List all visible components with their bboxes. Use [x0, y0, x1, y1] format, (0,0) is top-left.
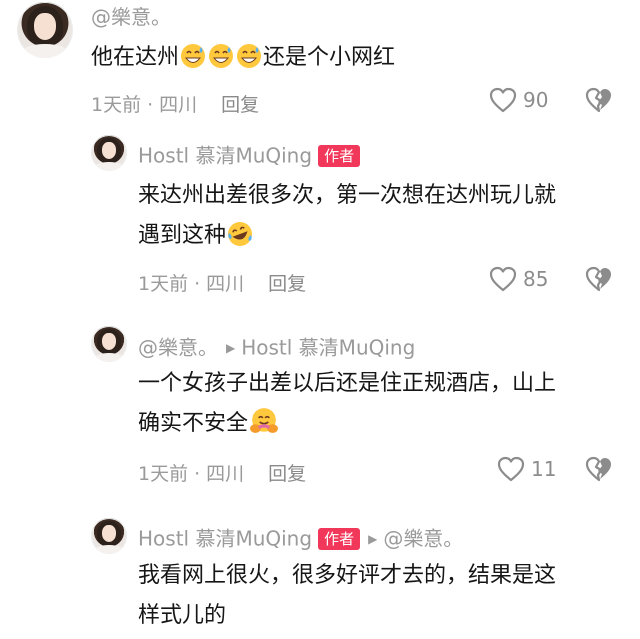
avatar[interactable] [91, 518, 127, 554]
comment-location: 四川 [206, 463, 245, 485]
dislike-button[interactable] [585, 266, 613, 292]
like-button[interactable]: 11 [497, 456, 556, 482]
play-arrow-icon: ▶ [226, 340, 236, 355]
avatar[interactable] [17, 2, 73, 58]
comment-username[interactable]: @樂意。 [91, 4, 171, 30]
avatar[interactable] [91, 326, 127, 362]
reply-button[interactable]: 回复 [221, 94, 259, 116]
author-badge: 作者 [318, 527, 361, 550]
comment-location: 四川 [159, 94, 198, 116]
broken-heart-icon [585, 87, 611, 113]
laughing-tears-emoji [228, 222, 253, 246]
like-button[interactable]: 85 [489, 266, 548, 292]
dislike-button[interactable] [585, 456, 613, 482]
comment-text: 我看网上很火，很多好评才去的，结果是这 样式儿的 [138, 563, 557, 628]
play-arrow-icon: ▶ [368, 531, 378, 546]
reply-target[interactable]: Hostl 慕清MuQing [241, 336, 415, 360]
comment-username[interactable]: @樂意。 ▶ Hostl 慕清MuQing [138, 333, 415, 361]
comment-meta: 1天前 · 四川 回复 [91, 94, 260, 116]
reply-button[interactable]: 回复 [268, 273, 306, 295]
comment-time: 1天前 [91, 94, 142, 116]
comment-username[interactable]: Hostl 慕清MuQing 作者 ▶ @樂意。 [138, 524, 463, 552]
comment-time: 1天前 [138, 273, 189, 295]
dislike-button[interactable] [585, 87, 613, 113]
comment-meta: 1天前 · 四川 回复 [138, 463, 307, 485]
heart-outline-icon [489, 266, 517, 292]
comment-text: 来达州出差很多次，第一次想在达州玩儿就 遇到这种 [138, 183, 557, 248]
like-count: 85 [523, 267, 549, 291]
avatar[interactable] [91, 135, 127, 171]
grinning-sweat-emoji [181, 44, 206, 68]
like-button[interactable]: 90 [489, 87, 548, 113]
like-count: 90 [523, 88, 549, 112]
comment-text: 一个女孩子出差以后还是住正规酒店，山上 确实不安全 [138, 371, 557, 436]
grinning-sweat-emoji [237, 44, 262, 68]
hug-emoji [250, 408, 279, 433]
heart-outline-icon [489, 87, 517, 113]
like-count: 11 [531, 457, 557, 481]
broken-heart-icon [585, 456, 611, 482]
author-badge: 作者 [318, 144, 361, 167]
comment-time: 1天前 [138, 463, 189, 485]
comment-location: 四川 [206, 273, 245, 295]
reply-button[interactable]: 回复 [268, 463, 306, 485]
comment-username[interactable]: Hostl 慕清MuQing 作者 [138, 141, 361, 169]
grinning-sweat-emoji [209, 44, 234, 68]
comment-text: 他在达州 还是个小网红 [91, 44, 396, 70]
comment-meta: 1天前 · 四川 回复 [138, 273, 307, 295]
broken-heart-icon [585, 266, 611, 292]
heart-outline-icon [497, 456, 525, 482]
reply-target[interactable]: @樂意。 [383, 527, 463, 551]
